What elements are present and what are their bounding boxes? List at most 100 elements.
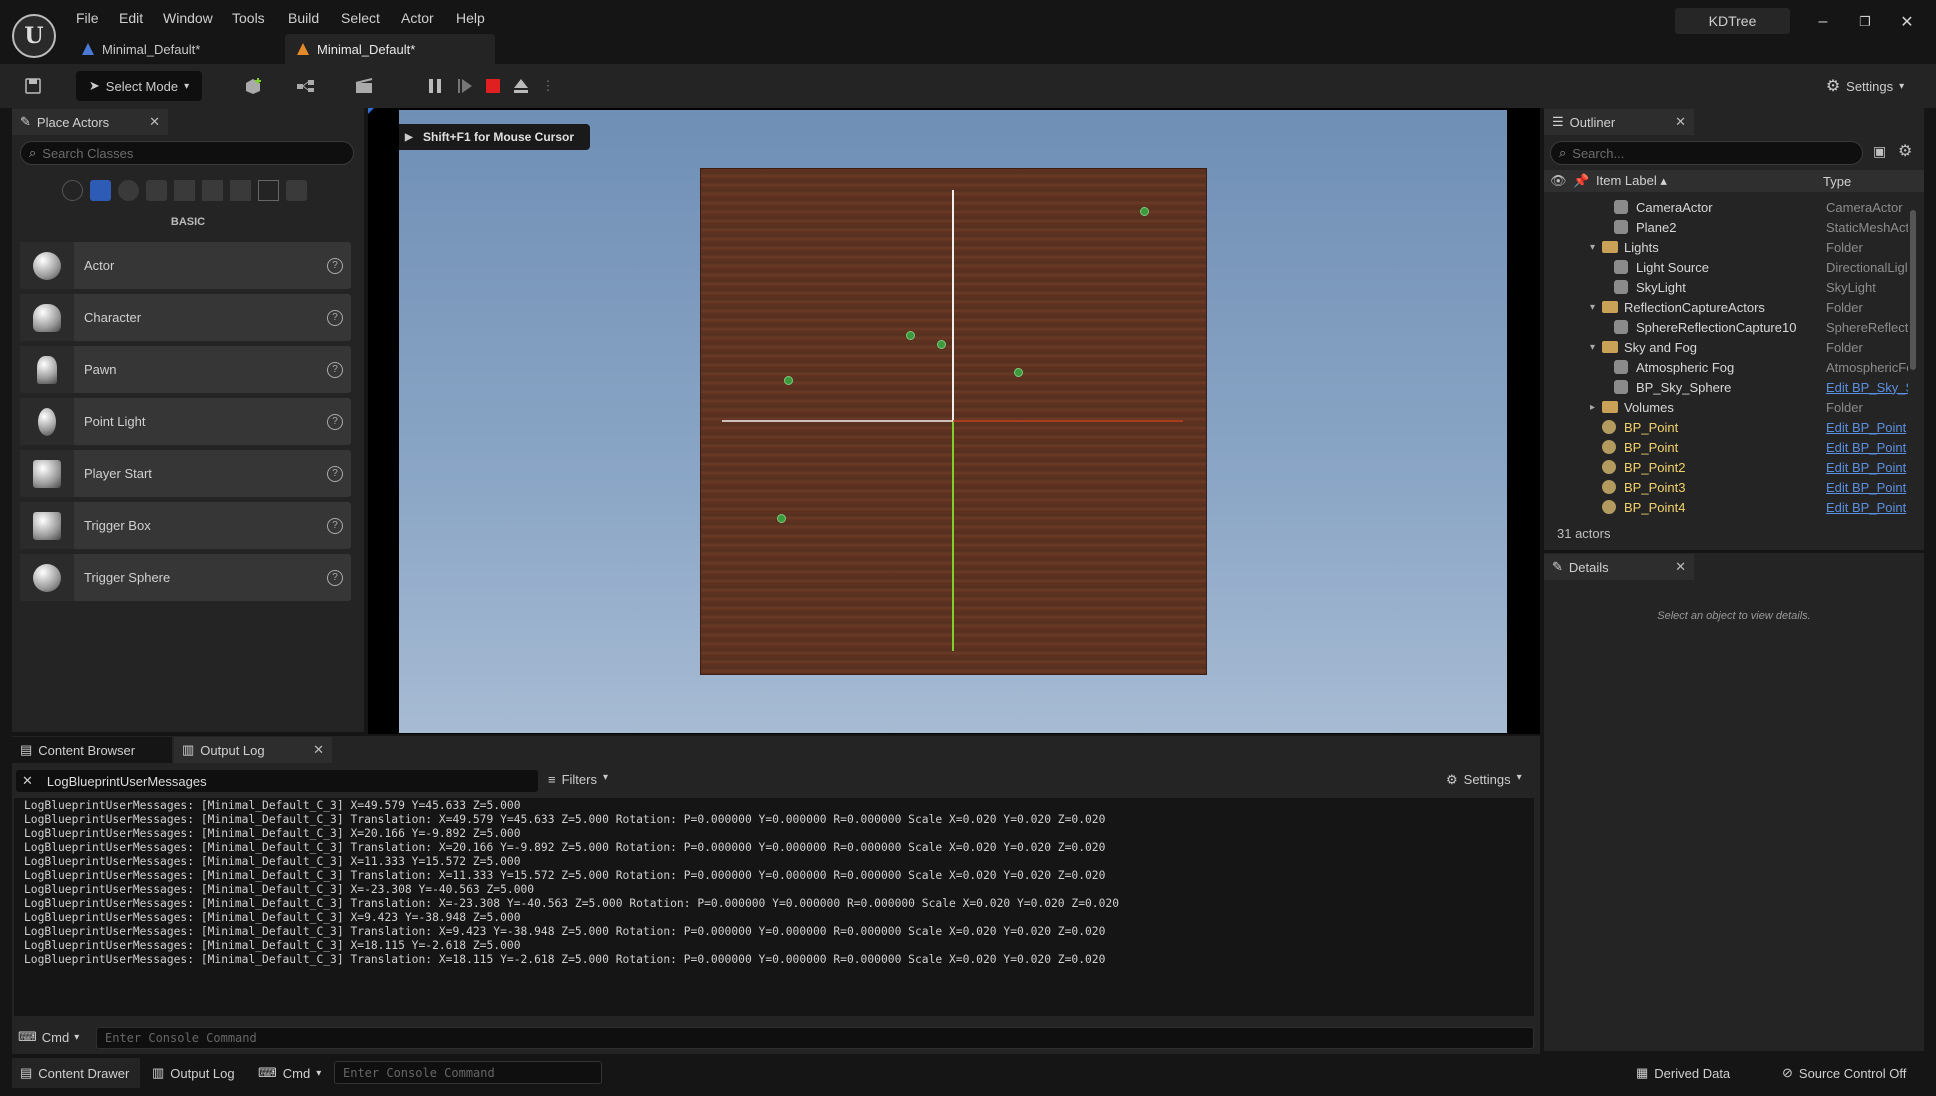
outliner-folder-row[interactable]: ▾ Sky and Fog Folder	[1544, 337, 1914, 357]
add-folder-icon[interactable]: ▣	[1873, 143, 1886, 160]
outliner-folder-row[interactable]: ▾ Lights Folder	[1544, 237, 1914, 257]
close-window-button[interactable]: ✕	[1892, 10, 1922, 34]
help-icon[interactable]: ?	[327, 569, 343, 586]
outliner-folder-row[interactable]: ▾ ReflectionCaptureActors Folder	[1544, 297, 1914, 317]
mouse-cursor-hint[interactable]: ▶ Shift+F1 for Mouse Cursor	[399, 124, 591, 150]
menu-build[interactable]: Build	[288, 10, 319, 30]
cinematic-icon[interactable]	[174, 180, 195, 201]
status-console-input[interactable]: Enter Console Command	[334, 1061, 602, 1084]
basic-icon[interactable]	[90, 180, 111, 201]
outliner-actor-row[interactable]: BP_Point2 Edit BP_Point	[1544, 457, 1914, 477]
shapes-icon[interactable]	[146, 180, 167, 201]
pause-icon[interactable]	[420, 71, 450, 101]
edit-blueprint-link[interactable]: Edit BP_Sky_S	[1826, 380, 1908, 395]
add-actor-icon[interactable]	[234, 71, 274, 101]
search-classes-input[interactable]: ⌕ Search Classes	[20, 141, 354, 165]
edit-blueprint-link[interactable]: Edit BP_Point	[1826, 460, 1908, 475]
actor-item-point-light[interactable]: Point Light ?	[20, 398, 351, 445]
collapse-arrow-icon[interactable]: ▾	[1590, 342, 1595, 353]
outliner-actor-row[interactable]: SphereReflectionCapture10 SphereReflect	[1544, 317, 1914, 337]
menu-actor[interactable]: Actor	[401, 10, 434, 30]
close-icon[interactable]: ✕	[1675, 559, 1686, 575]
menu-window[interactable]: Window	[163, 10, 213, 30]
bp-point-marker[interactable]	[783, 376, 793, 386]
source-control-button[interactable]: ⊘ Source Control Off	[1774, 1058, 1926, 1088]
actor-item-actor[interactable]: Actor ?	[20, 242, 351, 289]
collapse-arrow-icon[interactable]: ▾	[1590, 302, 1595, 313]
menu-tools[interactable]: Tools	[232, 10, 265, 30]
recent-icon[interactable]	[62, 180, 83, 201]
outliner-actor-row[interactable]: BP_Point Edit BP_Point	[1544, 417, 1914, 437]
bp-point-marker[interactable]	[776, 514, 786, 524]
help-icon[interactable]: ?	[327, 413, 343, 430]
help-icon[interactable]: ?	[327, 361, 343, 378]
bp-point-marker[interactable]	[936, 339, 946, 349]
close-icon[interactable]: ✕	[313, 742, 324, 758]
console-command-input[interactable]: Enter Console Command	[96, 1027, 1534, 1049]
eject-icon[interactable]	[506, 71, 536, 101]
edit-blueprint-link[interactable]: Edit BP_Point	[1826, 420, 1908, 435]
menu-select[interactable]: Select	[341, 10, 380, 30]
clear-filter-icon[interactable]: ✕	[22, 773, 33, 789]
edit-blueprint-link[interactable]: Edit BP_Point	[1826, 440, 1908, 455]
visibility-eye-icon[interactable]: 👁	[1550, 173, 1567, 189]
tab-details[interactable]: ✎ Details ✕	[1544, 554, 1694, 580]
gear-icon[interactable]: ⚙	[1898, 141, 1912, 161]
pin-icon[interactable]: 📌	[1573, 173, 1589, 189]
actor-item-character[interactable]: Character ?	[20, 294, 351, 341]
help-icon[interactable]: ?	[327, 257, 343, 274]
close-icon[interactable]: ✕	[1675, 114, 1686, 130]
outliner-actor-row[interactable]: BP_Point3 Edit BP_Point	[1544, 477, 1914, 497]
expand-arrow-icon[interactable]: ▸	[1590, 402, 1595, 413]
outliner-actor-row[interactable]: CameraActor CameraActor	[1544, 197, 1914, 217]
log-settings-dropdown[interactable]: ⚙ Settings ▾	[1446, 772, 1522, 788]
all-classes-icon[interactable]	[286, 180, 307, 201]
outliner-actor-row[interactable]: Plane2 StaticMeshAct	[1544, 217, 1914, 237]
bp-point-marker[interactable]	[1140, 206, 1150, 216]
bp-point-marker[interactable]	[1013, 368, 1023, 378]
outliner-actor-row[interactable]: BP_Point4 Edit BP_Point	[1544, 497, 1914, 517]
edit-blueprint-link[interactable]: Edit BP_Point	[1826, 500, 1908, 515]
outliner-search-input[interactable]: ⌕ Search...	[1550, 141, 1863, 165]
actor-item-trigger-box[interactable]: Trigger Box ?	[20, 502, 351, 549]
more-options-icon[interactable]: ⋮	[538, 71, 558, 101]
menu-edit[interactable]: Edit	[119, 10, 143, 30]
doc-tab-blueprint[interactable]: Minimal_Default*	[70, 34, 280, 64]
derived-data-button[interactable]: ▦ Derived Data	[1628, 1058, 1756, 1088]
restore-button[interactable]: ❐	[1850, 10, 1880, 34]
tab-content-browser[interactable]: ▤ Content Browser	[12, 737, 172, 763]
bp-point-marker[interactable]	[906, 330, 916, 340]
minimize-button[interactable]: –	[1808, 10, 1838, 34]
select-mode-dropdown[interactable]: ➤ Select Mode ▾	[76, 71, 202, 101]
status-output-log-button[interactable]: ▥ Output Log	[146, 1058, 246, 1088]
column-type[interactable]: Type	[1823, 174, 1851, 189]
outliner-actor-row[interactable]: Atmospheric Fog AtmosphericFo	[1544, 357, 1914, 377]
close-icon[interactable]: ✕	[149, 114, 160, 130]
tab-output-log[interactable]: ▥ Output Log ✕	[174, 737, 332, 763]
actor-item-trigger-sphere[interactable]: Trigger Sphere ?	[20, 554, 351, 601]
volumes-icon[interactable]	[258, 180, 279, 201]
log-filter-input[interactable]: ✕ LogBlueprintUserMessages	[16, 770, 538, 792]
actor-item-pawn[interactable]: Pawn ?	[20, 346, 351, 393]
status-cmd-dropdown[interactable]: ⌨ Cmd ▾	[252, 1058, 330, 1088]
lights-icon[interactable]	[118, 180, 139, 201]
collapse-arrow-icon[interactable]: ▾	[1590, 242, 1595, 253]
outliner-scrollbar[interactable]	[1910, 210, 1916, 370]
tab-place-actors[interactable]: ✎ Place Actors ✕	[12, 109, 168, 135]
column-item-label[interactable]: Item Label ▴	[1596, 173, 1667, 189]
stop-icon[interactable]	[478, 71, 508, 101]
blueprint-dropdown-icon[interactable]	[288, 71, 328, 101]
menu-help[interactable]: Help	[456, 10, 485, 30]
visual-effects-icon[interactable]	[202, 180, 223, 201]
outliner-actor-row[interactable]: BP_Point Edit BP_Point	[1544, 437, 1914, 457]
doc-tab-level[interactable]: Minimal_Default*	[285, 34, 495, 64]
cinematics-icon[interactable]	[344, 71, 386, 101]
outliner-folder-row[interactable]: ▸ Volumes Folder	[1544, 397, 1914, 417]
outliner-actor-row[interactable]: Light Source DirectionalLigl	[1544, 257, 1914, 277]
filters-dropdown[interactable]: ≡ Filters ▾	[548, 772, 608, 787]
edit-blueprint-link[interactable]: Edit BP_Point	[1826, 480, 1908, 495]
help-icon[interactable]: ?	[327, 465, 343, 482]
log-output[interactable]: LogBlueprintUserMessages: [Minimal_Defau…	[14, 798, 1534, 1016]
unreal-logo-icon[interactable]: U	[12, 14, 56, 58]
menu-file[interactable]: File	[76, 10, 99, 30]
